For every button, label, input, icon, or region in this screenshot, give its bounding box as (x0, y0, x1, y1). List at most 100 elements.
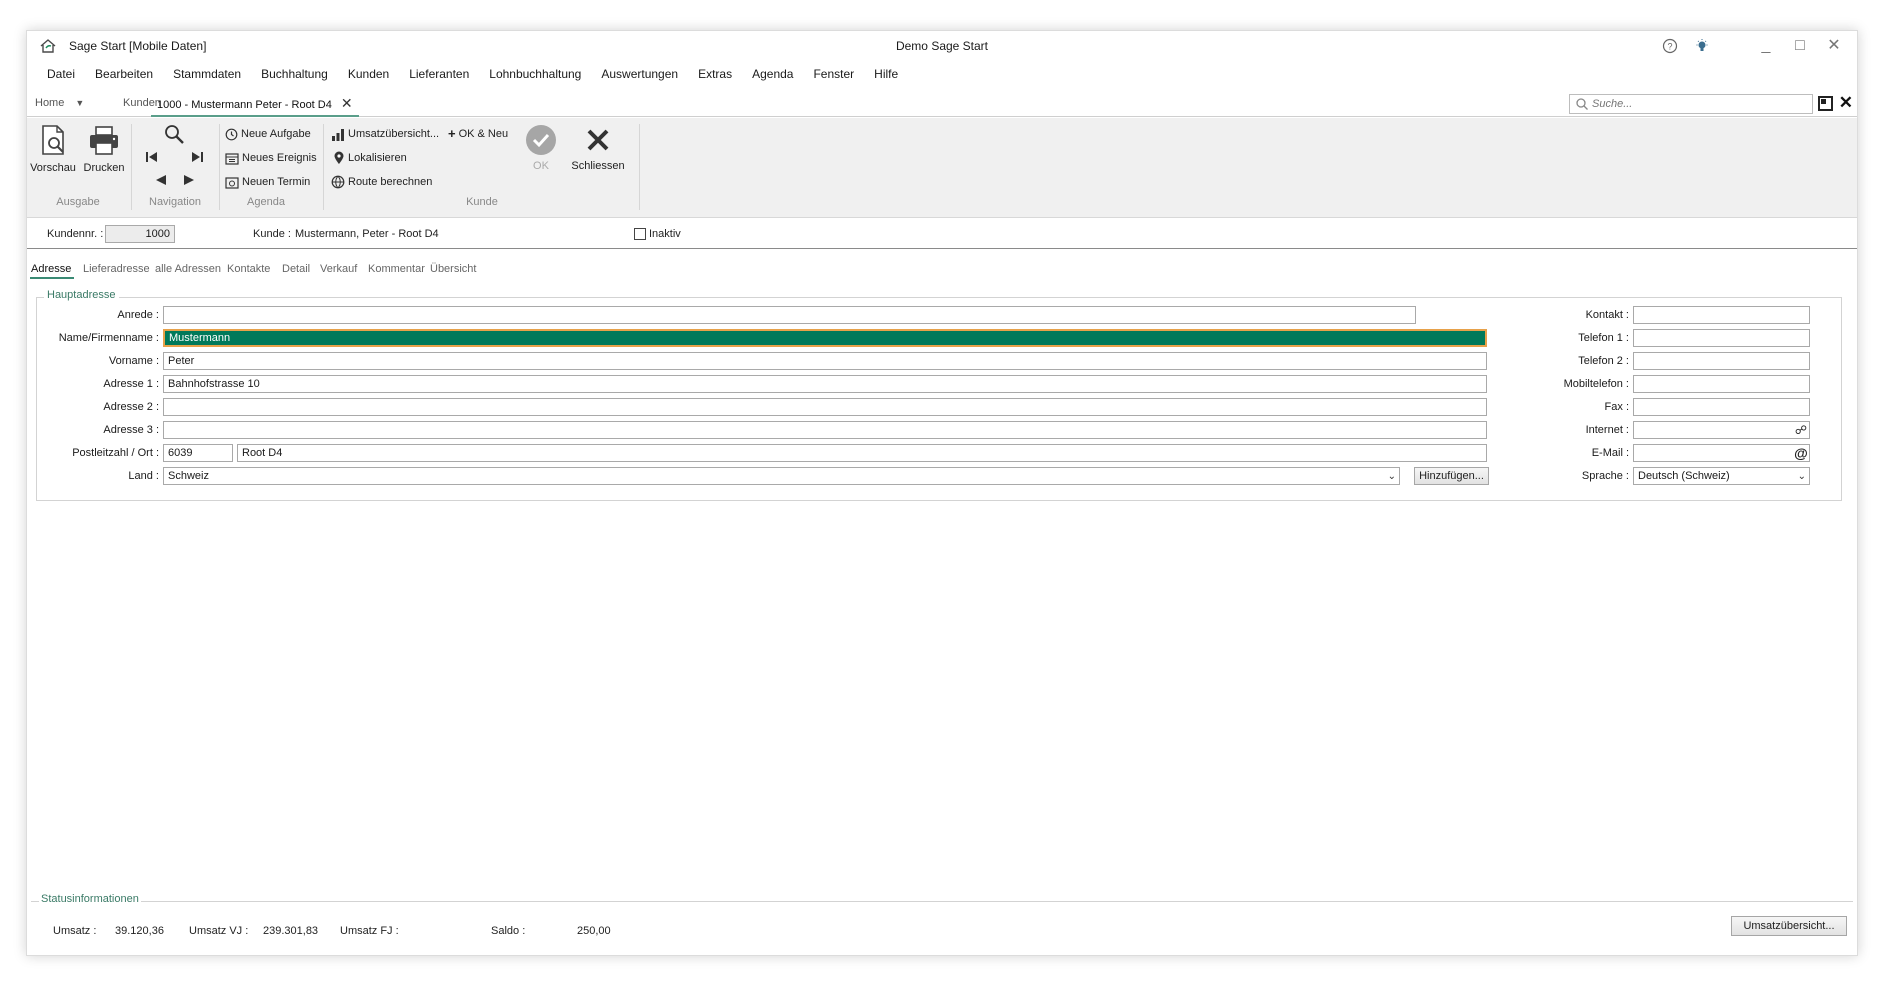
menu-agenda[interactable]: Agenda (742, 64, 803, 84)
subtab-detail[interactable]: Detail (282, 263, 310, 275)
first-record-icon[interactable] (144, 149, 160, 165)
internet-label: Internet : (1585, 424, 1629, 436)
route-berechnen-button[interactable]: Route berechnen (331, 172, 432, 192)
status-info-legend: Statusinformationen (39, 893, 141, 905)
drucken-button[interactable]: Drucken (81, 124, 127, 174)
adresse3-field[interactable] (163, 421, 1487, 439)
vorname-field[interactable]: Peter (163, 352, 1487, 370)
subtab-kontakte[interactable]: Kontakte (227, 263, 270, 275)
ribbon-separator (323, 124, 324, 210)
kundennr-field[interactable]: 1000 (105, 225, 175, 243)
close-document-icon[interactable]: ✕ (1839, 93, 1853, 113)
chevron-down-icon: ⌄ (1387, 471, 1396, 482)
schliessen-button[interactable]: Schliessen (568, 124, 628, 172)
lightbulb-icon[interactable] (1691, 36, 1713, 56)
menu-lohnbuchhaltung[interactable]: Lohnbuchhaltung (479, 64, 591, 84)
menu-stammdaten[interactable]: Stammdaten (163, 64, 251, 84)
status-info-group (31, 901, 1853, 947)
ok-neu-button[interactable]: + OK & Neu (448, 124, 508, 144)
subtab-verkauf[interactable]: Verkauf (320, 263, 357, 275)
ok-neu-label: OK & Neu (458, 128, 509, 140)
search-box[interactable] (1569, 94, 1813, 114)
umsatz-vj-label: Umsatz VJ : (189, 925, 249, 937)
at-sign-icon[interactable]: @ (1793, 445, 1809, 461)
record-header: Kundennr. : 1000 Kunde : Mustermann, Pet… (27, 219, 1857, 249)
help-icon[interactable]: ? (1659, 36, 1681, 56)
neue-aufgabe-button[interactable]: Neue Aufgabe (225, 124, 311, 144)
menu-lieferanten[interactable]: Lieferanten (399, 64, 479, 84)
dock-window-icon[interactable] (1818, 96, 1833, 111)
subtab-uebersicht[interactable]: Übersicht (430, 263, 476, 275)
plz-field[interactable]: 6039 (163, 444, 233, 462)
name-field[interactable]: Mustermann (163, 329, 1487, 347)
menu-kunden[interactable]: Kunden (338, 64, 399, 84)
land-label: Land : (128, 470, 159, 482)
adresse1-field[interactable]: Bahnhofstrasse 10 (163, 375, 1487, 393)
telefon1-field[interactable] (1633, 329, 1810, 347)
fax-field[interactable] (1633, 398, 1810, 416)
subtab-kommentar[interactable]: Kommentar (368, 263, 425, 275)
last-record-icon[interactable] (189, 149, 205, 165)
chevron-down-icon[interactable]: ▼ (75, 98, 84, 108)
umsatzuebersicht-button[interactable]: Umsatzübersicht... (1731, 916, 1847, 936)
menu-buchhaltung[interactable]: Buchhaltung (251, 64, 338, 84)
group-label-navigation: Navigation (149, 196, 201, 208)
neue-aufgabe-label: Neue Aufgabe (241, 128, 311, 140)
bar-chart-icon (332, 128, 344, 141)
inaktiv-checkbox[interactable] (634, 228, 646, 240)
checkmark-icon (526, 125, 556, 155)
menu-bar: Datei Bearbeiten Stammdaten Buchhaltung … (37, 64, 908, 84)
minimize-button[interactable]: _ (1749, 33, 1783, 59)
mobiltelefon-field[interactable] (1633, 375, 1810, 393)
subtab-adresse[interactable]: Adresse (31, 263, 71, 275)
document-tab-strip: Home ▼ Kunden 1000 - Mustermann Peter - … (27, 91, 1857, 117)
ok-button[interactable]: OK (523, 124, 559, 172)
land-select[interactable]: Schweiz ⌄ (163, 467, 1400, 485)
tab-home[interactable]: Home ▼ (29, 91, 90, 117)
menu-datei[interactable]: Datei (37, 64, 85, 84)
search-record-icon[interactable] (162, 122, 186, 146)
menu-bearbeiten[interactable]: Bearbeiten (85, 64, 163, 84)
neues-ereignis-button[interactable]: Neues Ereignis (225, 148, 317, 168)
umsatzuebersicht-ribbon-label: Umsatzübersicht... (348, 128, 440, 140)
tab-customer-label: 1000 - Mustermann Peter - Root D4 (157, 99, 332, 111)
kunde-value: Mustermann, Peter - Root D4 (295, 228, 439, 240)
adresse3-label: Adresse 3 : (103, 424, 159, 436)
kontakt-field[interactable] (1633, 306, 1810, 324)
internet-field[interactable]: ☍ (1633, 421, 1810, 439)
neuen-termin-button[interactable]: Neuen Termin (225, 172, 310, 192)
close-tab-icon[interactable]: ✕ (341, 95, 353, 111)
svg-text:?: ? (1667, 42, 1672, 52)
previous-record-icon[interactable] (153, 172, 169, 188)
restore-button[interactable]: □ (1783, 33, 1817, 59)
sprache-select[interactable]: Deutsch (Schweiz) ⌄ (1633, 467, 1810, 485)
telefon2-field[interactable] (1633, 352, 1810, 370)
menu-fenster[interactable]: Fenster (803, 64, 864, 84)
lokalisieren-button[interactable]: Lokalisieren (333, 148, 407, 168)
kundennr-label: Kundennr. : (47, 228, 104, 240)
subtab-lieferadresse[interactable]: Lieferadresse (83, 263, 150, 275)
email-field[interactable]: @ (1633, 444, 1810, 462)
tab-customer-record[interactable]: 1000 - Mustermann Peter - Root D4 ✕ (151, 91, 359, 117)
hauptadresse-legend: Hauptadresse (44, 289, 119, 301)
browser-icon[interactable]: ☍ (1793, 422, 1809, 438)
next-record-icon[interactable] (181, 172, 197, 188)
active-subtab-indicator (30, 277, 74, 279)
anrede-field[interactable] (163, 306, 1416, 324)
menu-extras[interactable]: Extras (688, 64, 742, 84)
land-value: Schweiz (168, 470, 209, 482)
ort-field[interactable]: Root D4 (237, 444, 1487, 462)
subtab-alle-adressen[interactable]: alle Adressen (155, 263, 221, 275)
telefon1-label: Telefon 1 : (1578, 332, 1629, 344)
adresse2-field[interactable] (163, 398, 1487, 416)
group-label-agenda: Agenda (247, 196, 285, 208)
menu-auswertungen[interactable]: Auswertungen (591, 64, 688, 84)
hinzufuegen-button[interactable]: Hinzufügen... (1414, 467, 1489, 485)
close-window-button[interactable]: ✕ (1817, 33, 1851, 59)
umsatzuebersicht-ribbon-button[interactable]: Umsatzübersicht... (331, 124, 439, 144)
fax-label: Fax : (1604, 401, 1629, 413)
vorschau-button[interactable]: Vorschau (29, 124, 77, 174)
tab-home-label: Home (35, 97, 65, 109)
search-input[interactable] (1592, 95, 1802, 113)
menu-hilfe[interactable]: Hilfe (864, 64, 908, 84)
